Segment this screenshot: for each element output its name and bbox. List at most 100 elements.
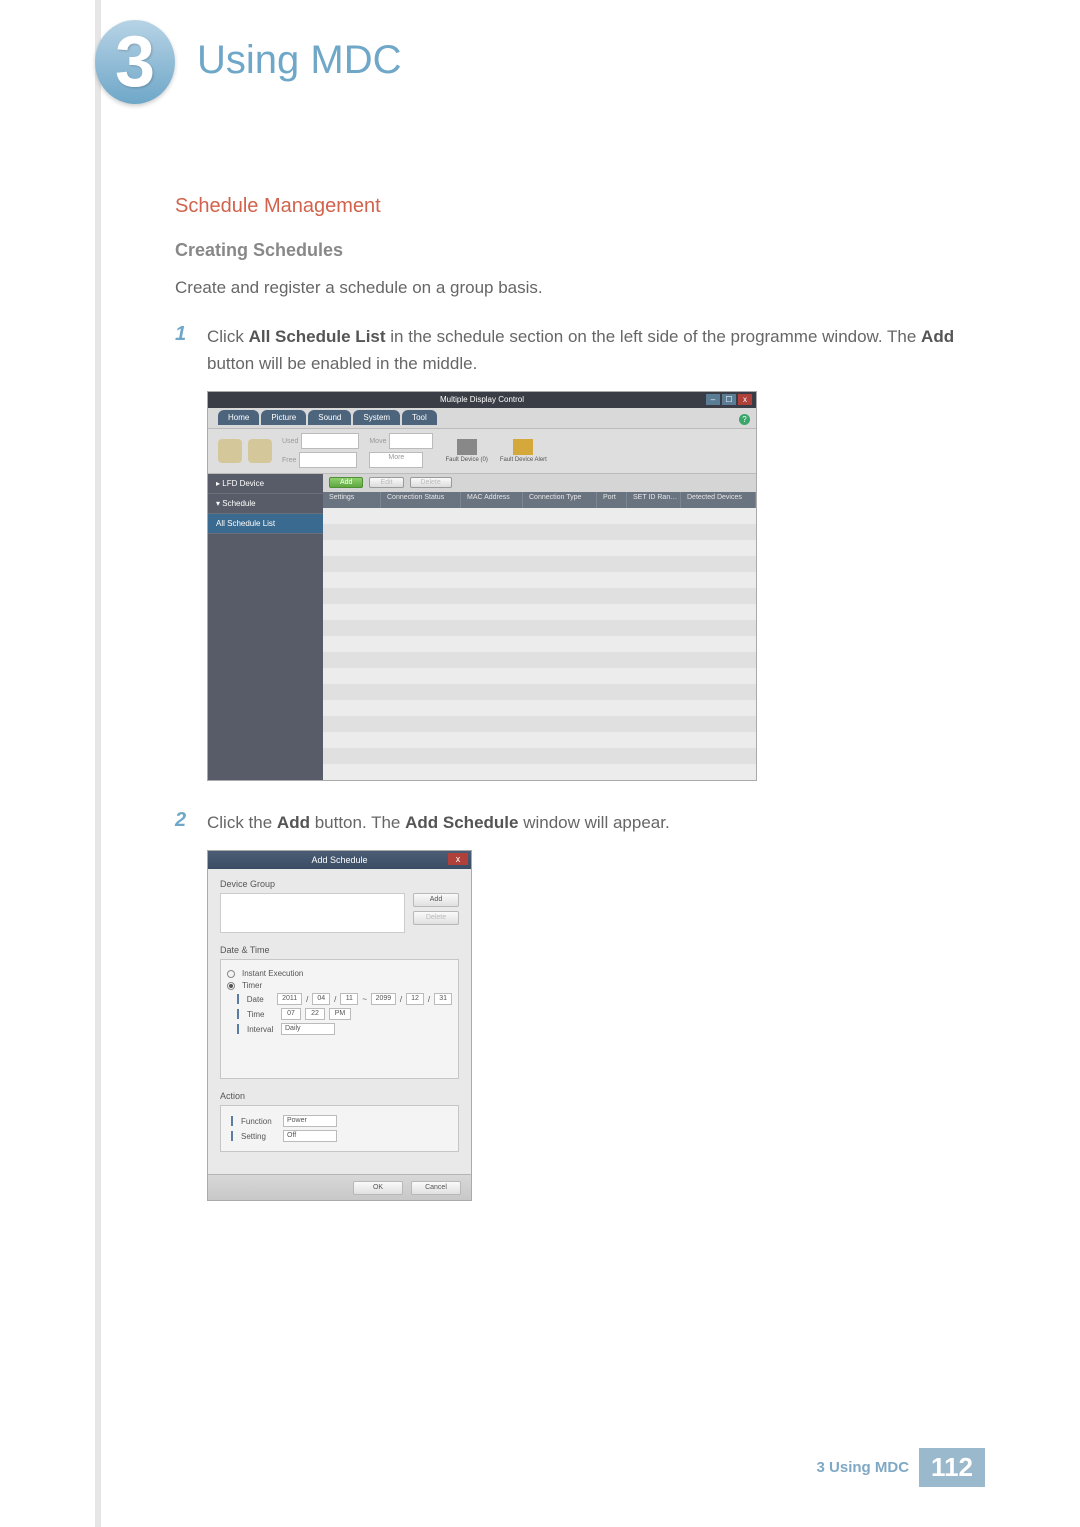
sidebar-item-all-schedule-list[interactable]: All Schedule List [208, 514, 323, 534]
toolbar: Used Free Move More [208, 428, 756, 474]
time-ap-spin[interactable]: PM [329, 1008, 351, 1020]
date-y1-spin[interactable]: 2011 [277, 993, 302, 1005]
intro-text: Create and register a schedule on a grou… [175, 275, 965, 301]
date-m2-spin[interactable]: 12 [406, 993, 424, 1005]
ok-button[interactable]: OK [353, 1181, 403, 1195]
step-text: Click the Add button. The Add Schedule w… [207, 809, 670, 836]
page-number: 112 [919, 1448, 985, 1487]
radio-icon [227, 982, 235, 990]
left-panel: ▸ LFD Device ▾ Schedule All Schedule Lis… [208, 474, 323, 780]
sidebar-item-schedule[interactable]: ▾ Schedule [208, 494, 323, 514]
date-time-label: Date & Time [220, 945, 459, 955]
subsection-heading: Creating Schedules [175, 240, 965, 261]
text: Click [207, 327, 249, 346]
time-label: Time [247, 1010, 277, 1019]
date-sep: ~ [362, 995, 367, 1004]
page-footer: 3 Using MDC 112 [817, 1448, 985, 1487]
dialog-title: Add Schedule [311, 855, 367, 865]
help-icon[interactable]: ? [739, 414, 750, 425]
free-label: Free [282, 457, 296, 464]
function-label: Function [241, 1117, 279, 1126]
schedule-rows-empty [323, 508, 756, 780]
col-connection-status[interactable]: Connection Status [381, 492, 461, 508]
device-group-label: Device Group [220, 879, 459, 889]
col-set-id-range[interactable]: SET ID Ran… [627, 492, 681, 508]
move-label: Move [369, 438, 386, 445]
time-m-spin[interactable]: 22 [305, 1008, 325, 1020]
maximize-icon[interactable]: ☐ [722, 394, 736, 405]
fault-device-alert[interactable]: Fault Device Alert [500, 439, 547, 463]
col-mac-address[interactable]: MAC Address [461, 492, 523, 508]
date-d2-spin[interactable]: 31 [434, 993, 452, 1005]
window-titlebar: Multiple Display Control – ☐ x [208, 392, 756, 408]
dialog-titlebar: Add Schedule x [208, 851, 471, 869]
tab-system[interactable]: System [353, 410, 400, 425]
screenshot-add-schedule-dialog: Add Schedule x Device Group Add Delete D… [207, 850, 472, 1201]
tab-sound[interactable]: Sound [308, 410, 351, 425]
fault-alert-icon [513, 439, 533, 455]
date-d1-spin[interactable]: 11 [340, 993, 358, 1005]
timer-label: Timer [242, 981, 262, 990]
text: button. The [310, 813, 405, 832]
bold-text: Add [277, 813, 310, 832]
input-dropdown[interactable] [301, 433, 359, 449]
more-button[interactable]: More [369, 452, 423, 468]
timer-row[interactable]: Timer [227, 981, 452, 990]
setting-label: Setting [241, 1132, 279, 1141]
cancel-button[interactable]: Cancel [411, 1181, 461, 1195]
interval-select[interactable]: Daily [281, 1023, 335, 1035]
sidebar-item-lfd-device[interactable]: ▸ LFD Device [208, 474, 323, 494]
col-detected-devices[interactable]: Detected Devices [681, 492, 756, 508]
close-icon[interactable]: x [448, 853, 468, 865]
step-number: 2 [175, 809, 193, 836]
main-panel: Add Edit Delete Settings Connection Stat… [323, 474, 756, 780]
bar-icon [237, 1024, 239, 1034]
device-group-add-button[interactable]: Add [413, 893, 459, 907]
window-controls: – ☐ x [706, 394, 752, 405]
step-number: 1 [175, 323, 193, 377]
date-time-section: Date & Time Instant Execution Timer Date… [220, 945, 459, 1079]
edit-button[interactable]: Edit [369, 477, 403, 488]
minimize-icon[interactable]: – [706, 394, 720, 405]
chapter-badge: 3 [95, 20, 175, 104]
close-icon[interactable]: x [738, 394, 752, 405]
time-h-spin[interactable]: 07 [281, 1008, 301, 1020]
step-1: 1 Click All Schedule List in the schedul… [175, 323, 965, 377]
tab-home[interactable]: Home [218, 410, 259, 425]
bar-icon [237, 1009, 239, 1019]
setting-select[interactable]: Off [283, 1130, 337, 1142]
tab-tool[interactable]: Tool [402, 410, 437, 425]
action-label: Action [220, 1091, 459, 1101]
bold-text: Add Schedule [405, 813, 518, 832]
bold-text: Add [921, 327, 954, 346]
delete-button[interactable]: Delete [410, 477, 452, 488]
function-select[interactable]: Power [283, 1115, 337, 1127]
bold-text: All Schedule List [249, 327, 386, 346]
column-headers: Settings Connection Status MAC Address C… [323, 492, 756, 508]
step-text: Click All Schedule List in the schedule … [207, 323, 965, 377]
step-2: 2 Click the Add button. The Add Schedule… [175, 809, 965, 836]
date-m1-spin[interactable]: 04 [312, 993, 330, 1005]
fault-device[interactable]: Fault Device (0) [445, 439, 487, 463]
instant-execution-label: Instant Execution [242, 969, 303, 978]
add-button[interactable]: Add [329, 477, 363, 488]
device-group-list[interactable] [220, 893, 405, 933]
window-title: Multiple Display Control [440, 395, 524, 404]
text: button will be enabled in the middle. [207, 354, 477, 373]
chapter-title: Using MDC [197, 38, 401, 83]
volume-dropdown[interactable] [299, 452, 357, 468]
col-connection-type[interactable]: Connection Type [523, 492, 597, 508]
instant-execution-row[interactable]: Instant Execution [227, 969, 452, 978]
col-settings[interactable]: Settings [323, 492, 381, 508]
date-label: Date [247, 995, 273, 1004]
power-off-icon[interactable] [248, 439, 272, 463]
col-port[interactable]: Port [597, 492, 627, 508]
tab-picture[interactable]: Picture [261, 410, 306, 425]
device-group-section: Device Group Add Delete [220, 879, 459, 933]
move-dropdown[interactable] [389, 433, 433, 449]
date-y2-spin[interactable]: 2099 [371, 993, 396, 1005]
action-section: Action Function Power Setting Off [220, 1091, 459, 1152]
power-on-icon[interactable] [218, 439, 242, 463]
dialog-footer: OK Cancel [208, 1174, 471, 1200]
device-group-delete-button[interactable]: Delete [413, 911, 459, 925]
